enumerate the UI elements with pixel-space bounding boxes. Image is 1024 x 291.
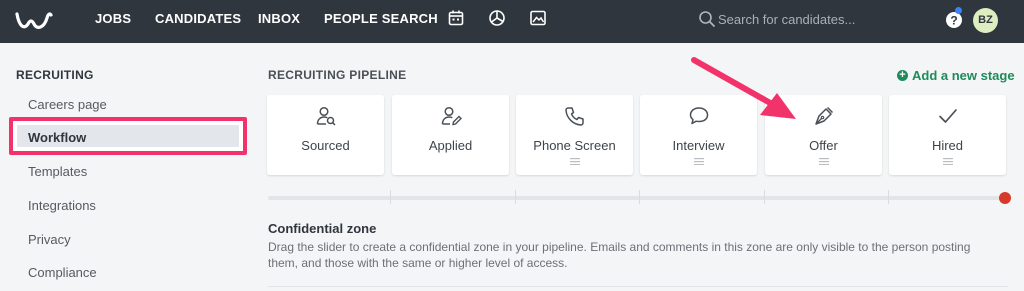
nav-jobs[interactable]: JOBS bbox=[95, 11, 131, 26]
pen-nib-icon bbox=[814, 106, 833, 125]
nav-candidates[interactable]: CANDIDATES bbox=[155, 11, 241, 26]
image-icon[interactable] bbox=[529, 9, 547, 27]
phone-icon bbox=[564, 107, 584, 126]
stage-card-interview[interactable]: Interview bbox=[640, 95, 757, 175]
stage-card-applied[interactable]: Applied bbox=[392, 95, 509, 175]
help-icon[interactable]: ? bbox=[944, 10, 964, 30]
checkmark-icon bbox=[938, 109, 957, 123]
plus-circle-icon: + bbox=[897, 70, 908, 81]
stage-label: Phone Screen bbox=[533, 138, 616, 153]
svg-text:?: ? bbox=[950, 14, 957, 28]
sidebar-item-label-workflow[interactable]: Workflow bbox=[28, 130, 86, 145]
stage-card-offer[interactable]: Offer bbox=[765, 95, 882, 175]
add-stage-button[interactable]: + Add a new stage bbox=[897, 68, 1015, 83]
user-search-icon bbox=[316, 106, 336, 126]
calendar-icon[interactable] bbox=[447, 9, 465, 27]
page-title: RECRUITING PIPELINE bbox=[268, 68, 407, 82]
confidential-slider-handle[interactable] bbox=[999, 192, 1011, 204]
sidebar-item-careers-page[interactable]: Careers page bbox=[28, 97, 107, 112]
stage-label: Sourced bbox=[301, 138, 350, 153]
top-navigation-bar: JOBS CANDIDATES INBOX PEOPLE SEARCH ? BZ bbox=[0, 0, 1024, 43]
slider-tick bbox=[764, 190, 765, 204]
nav-people-search[interactable]: PEOPLE SEARCH bbox=[324, 11, 438, 26]
drag-handle-icon[interactable] bbox=[693, 158, 704, 165]
brand-logo-icon[interactable] bbox=[14, 6, 54, 36]
slider-tick bbox=[515, 190, 516, 204]
stage-label: Offer bbox=[809, 138, 838, 153]
drag-handle-icon[interactable] bbox=[942, 158, 953, 165]
search-input[interactable] bbox=[718, 7, 928, 31]
sidebar-item-integrations[interactable]: Integrations bbox=[28, 198, 96, 213]
divider bbox=[268, 286, 1008, 287]
avatar[interactable]: BZ bbox=[973, 8, 998, 33]
slider-tick bbox=[888, 190, 889, 204]
chat-bubbles-icon bbox=[689, 107, 708, 125]
stage-card-phone-screen[interactable]: Phone Screen bbox=[516, 95, 633, 175]
slider-tick bbox=[390, 190, 391, 204]
slider-tick bbox=[639, 190, 640, 204]
stage-card-hired[interactable]: Hired bbox=[889, 95, 1006, 175]
add-stage-label: Add a new stage bbox=[912, 68, 1015, 83]
search-icon bbox=[699, 11, 715, 27]
sidebar-item-templates[interactable]: Templates bbox=[28, 164, 87, 179]
sidebar-item-compliance[interactable]: Compliance bbox=[28, 265, 97, 280]
stage-label: Interview bbox=[672, 138, 725, 153]
notification-dot bbox=[955, 7, 962, 14]
nav-inbox[interactable]: INBOX bbox=[258, 11, 300, 26]
stage-label: Applied bbox=[428, 138, 473, 153]
confidential-slider-track[interactable] bbox=[268, 196, 1006, 200]
pie-chart-icon[interactable] bbox=[488, 9, 506, 27]
user-edit-icon bbox=[441, 106, 462, 126]
confidential-zone-description: Drag the slider to create a confidential… bbox=[268, 240, 971, 270]
sidebar-title: RECRUITING bbox=[16, 68, 94, 82]
stage-card-sourced[interactable]: Sourced bbox=[267, 95, 384, 175]
drag-handle-icon[interactable] bbox=[569, 158, 580, 165]
drag-handle-icon[interactable] bbox=[818, 158, 829, 165]
stage-label: Hired bbox=[931, 138, 964, 153]
sidebar-item-privacy[interactable]: Privacy bbox=[28, 232, 71, 247]
confidential-zone-title: Confidential zone bbox=[268, 221, 377, 236]
